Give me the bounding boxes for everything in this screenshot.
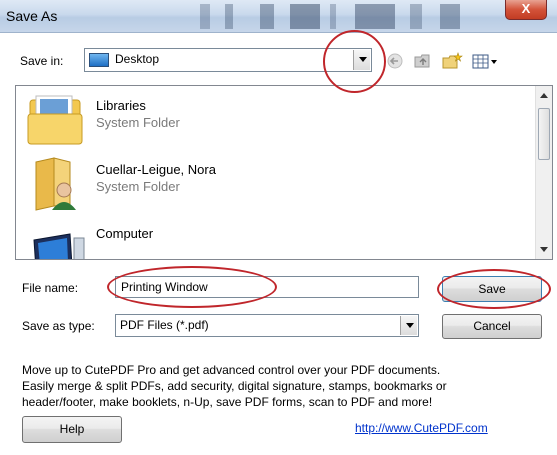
close-button[interactable]: X [505,0,547,20]
file-name-label: File name: [22,281,79,295]
chevron-down-icon[interactable] [400,316,417,335]
promo-line: Move up to CutePDF Pro and get advanced … [22,363,441,377]
help-button[interactable]: Help [22,416,122,443]
promo-line: header/footer, make booklets, n-Up, save… [22,395,433,409]
up-folder-icon[interactable] [413,52,433,70]
save-in-label: Save in: [20,54,64,68]
close-icon: X [521,1,531,16]
vertical-scrollbar[interactable] [535,86,552,259]
file-name-field[interactable]: Printing Window [115,276,419,298]
libraries-folder-icon [27,95,83,145]
list-item[interactable]: Cuellar-Leigue, Nora System Folder [16,152,528,212]
list-item[interactable]: Computer [16,216,528,259]
file-list[interactable]: Libraries System Folder Cuellar-Leigue, … [15,85,553,260]
title-bar: Save As X [0,0,557,33]
item-name: Libraries [96,98,146,113]
save-in-dropdown[interactable]: Desktop [84,48,372,72]
back-arrow-icon[interactable] [386,52,404,70]
chevron-down-icon[interactable] [353,50,370,70]
cancel-button-label: Cancel [473,319,511,333]
scroll-thumb[interactable] [538,108,550,160]
scroll-down-icon[interactable] [540,247,548,252]
save-button[interactable]: Save [442,276,542,302]
save-button-label: Save [478,282,506,296]
cancel-button[interactable]: Cancel [442,314,542,339]
desktop-icon [89,53,109,67]
save-as-type-label: Save as type: [22,319,95,333]
item-type: System Folder [96,179,180,194]
list-item[interactable]: Libraries System Folder [16,88,528,148]
item-name: Cuellar-Leigue, Nora [96,162,216,177]
views-menu-icon[interactable] [471,52,499,70]
file-name-value: Printing Window [121,280,208,294]
promo-text: Move up to CutePDF Pro and get advanced … [22,362,542,410]
promo-line: Easily merge & split PDFs, add security,… [22,379,447,393]
save-in-value: Desktop [115,52,160,66]
save-as-type-dropdown[interactable]: PDF Files (*.pdf) [115,314,419,337]
computer-icon [33,233,85,259]
scroll-up-icon[interactable] [540,93,548,98]
item-type: System Folder [96,115,180,130]
save-as-type-value: PDF Files (*.pdf) [120,318,209,332]
window-title: Save As [6,8,58,24]
new-folder-icon[interactable] [441,52,463,70]
help-button-label: Help [59,422,85,436]
user-folder-icon [35,157,76,211]
cutepdf-link[interactable]: http://www.CutePDF.com [355,421,488,435]
title-bar-decoration [170,0,490,32]
item-name: Computer [96,226,154,241]
